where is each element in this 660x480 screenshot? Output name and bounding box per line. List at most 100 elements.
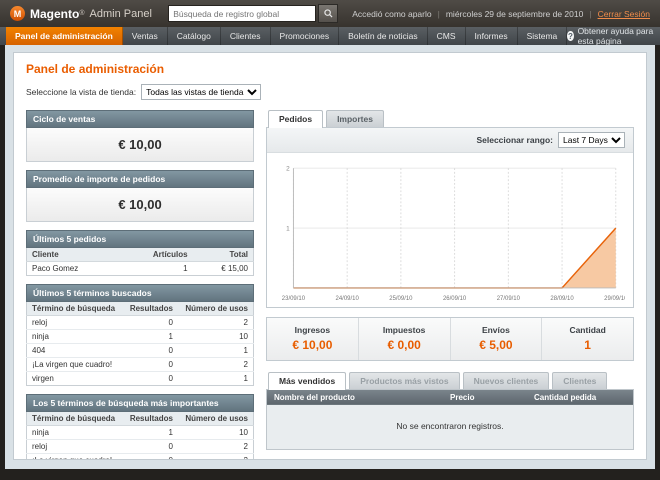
nav-item-panel-de-administraci-n[interactable]: Panel de administración: [6, 27, 123, 45]
store-view-select[interactable]: Todas las vistas de tienda: [141, 84, 262, 100]
nav-item-ventas[interactable]: Ventas: [123, 27, 168, 45]
logged-in-as: Accedió como aparlo: [352, 8, 432, 19]
separator: |: [437, 8, 440, 19]
svg-text:2: 2: [286, 166, 290, 173]
table-row: virgen 0 1: [26, 371, 254, 386]
nav-items: Panel de administración Ventas Catálogo Cli…: [6, 27, 568, 45]
products-table-head: Nombre del producto Precio Cantidad pedida: [266, 389, 634, 405]
average-orders-panel: Promedio de importe de pedidos € 10,00: [26, 170, 254, 222]
tab-clientes[interactable]: Clientes: [552, 371, 608, 389]
nav-item-bolet-n-de-noticias[interactable]: Boletín de noticias: [339, 27, 428, 45]
table-row: Paco Gomez 1 € 15,00: [26, 261, 254, 276]
nav-item-clientes[interactable]: Clientes: [221, 27, 271, 45]
main-area: Panel de administración Seleccione la vi…: [5, 45, 655, 469]
stat-env-os: Envíos € 5,00: [449, 317, 542, 360]
panel-title: Promedio de importe de pedidos: [26, 170, 254, 188]
column-header: Cantidad pedida: [527, 389, 634, 405]
stat-ingresos: Ingresos € 10,00: [292, 324, 333, 352]
content-box: Panel de administración Seleccione la vi…: [13, 52, 647, 460]
column-header: Término de búsqueda: [26, 412, 124, 426]
nav-item-promociones[interactable]: Promociones: [271, 27, 340, 45]
lifetime-sales-panel: Ciclo de ventas € 10,00: [26, 110, 254, 162]
column-header: Resultados: [123, 412, 178, 426]
logo-name: Magento: [30, 6, 80, 21]
lifetime-sales-value: € 10,00: [26, 128, 254, 162]
column-header: Número de usos: [177, 302, 254, 316]
table-row: 404 0 1: [26, 343, 254, 358]
svg-text:28/09/10: 28/09/10: [550, 296, 574, 302]
main-navbar: Panel de administración Ventas Catálogo Cli…: [0, 26, 660, 46]
svg-text:29/09/10: 29/09/10: [604, 296, 625, 302]
magento-logo-icon: M: [10, 6, 25, 21]
logout-link[interactable]: Cerrar Sesión: [598, 9, 650, 19]
window-footer: [0, 469, 660, 480]
tab-nuevos-clientes[interactable]: Nuevos clientes: [462, 371, 550, 389]
top-search-panel: Los 5 términos de búsqueda más important…: [26, 394, 254, 459]
products-header-row: Nombre del producto Precio Cantidad pedida: [266, 389, 634, 405]
column-header: Artículos: [119, 248, 193, 262]
nav-item-cat-logo[interactable]: Catálogo: [168, 27, 221, 45]
column-header: Total: [192, 248, 254, 262]
column-header: Resultados: [123, 302, 178, 316]
svg-text:1: 1: [286, 225, 290, 232]
nav-item-cms[interactable]: CMS: [428, 27, 466, 45]
column-header: Número de usos: [177, 412, 254, 426]
empty-row: No se encontraron registros.: [266, 404, 634, 450]
table-row: ninja 1 10: [26, 329, 254, 344]
table-row: ninja 1 10: [26, 425, 254, 440]
nav-item-sistema[interactable]: Sistema: [518, 27, 568, 45]
bottom-tabs: Más vendidos Productos más vistos Nuevos c…: [266, 371, 634, 390]
svg-text:25/09/10: 25/09/10: [389, 296, 413, 302]
column-header: Cliente: [26, 248, 120, 262]
panel-title: Los 5 términos de búsqueda más important…: [26, 394, 254, 412]
panel-title: Ciclo de ventas: [26, 110, 254, 128]
help-link[interactable]: ? Obtener ayuda para esta página: [567, 26, 654, 46]
orders-chart: 1 2 23/09/10 24/09/10 25/09/10 26/09/10 27/09/…: [282, 166, 625, 302]
page-title: Panel de administración: [26, 62, 165, 76]
average-orders-value: € 10,00: [26, 188, 254, 222]
last-orders-panel: Últimos 5 pedidos Cliente Artículos Total P…: [26, 230, 254, 276]
svg-text:26/09/10: 26/09/10: [443, 296, 467, 302]
tab-importes[interactable]: Importes: [326, 110, 384, 127]
stats-row: Ingresos € 10,00 Impuestos € 0,00 Envíos € 5,…: [266, 316, 634, 361]
nav-item-informes[interactable]: Informes: [466, 27, 518, 45]
help-icon: ?: [567, 31, 574, 41]
range-select[interactable]: Last 7 Days: [558, 132, 625, 148]
diagram-tabs: Pedidos Importes: [266, 110, 634, 128]
range-label: Seleccionar rango:: [476, 135, 553, 145]
panel-title: Últimos 5 pedidos: [26, 230, 254, 248]
logo-registered-mark: ®: [79, 10, 85, 17]
svg-text:23/09/10: 23/09/10: [282, 296, 306, 302]
table-row: ¡La virgen que cuadro!02: [26, 357, 254, 372]
stat-impuestos: Impuestos € 0,00: [357, 317, 450, 360]
chart-panel: Seleccionar rango: Last 7 Days 1 2 23/09/1…: [266, 127, 634, 308]
tab-productos-m-s-vistos[interactable]: Productos más vistos: [349, 371, 460, 389]
panel-title: Últimos 5 términos buscados: [26, 284, 254, 302]
global-search-input[interactable]: [168, 5, 317, 22]
header-account-info: Accedió como aparlo | miércoles 29 de se…: [352, 9, 650, 19]
app-header: M Magento ® Admin Panel Accedió como apa…: [0, 0, 660, 27]
table-row: ¡La virgen que cuadro!02: [26, 453, 254, 459]
column-header: Precio: [443, 389, 527, 405]
empty-message: No se encontraron registros.: [266, 404, 634, 450]
left-column: Ciclo de ventas € 10,00 Promedio de impo…: [26, 110, 254, 459]
chart-wrap: 1 2 23/09/10 24/09/10 25/09/10 26/09/10 27/09/…: [267, 153, 633, 307]
range-bar: Seleccionar rango: Last 7 Days: [267, 128, 633, 153]
column-header: Término de búsqueda: [26, 302, 124, 316]
top-search-table: Término de búsqueda Resultados Número de u…: [26, 412, 254, 459]
current-date: miércoles 29 de septiembre de 2010: [445, 8, 584, 19]
last-orders-table: Cliente Artículos Total Paco Gomez 1 € 15,00: [26, 248, 254, 276]
svg-text:27/09/10: 27/09/10: [497, 296, 521, 302]
table-row: reloj 0 2: [26, 315, 254, 330]
magnifier-icon: [324, 9, 333, 18]
separator: |: [589, 8, 592, 19]
tab-m-s-vendidos[interactable]: Más vendidos: [268, 371, 347, 390]
search-button[interactable]: [318, 4, 339, 23]
column-header: Nombre del producto: [266, 389, 443, 405]
tab-pedidos[interactable]: Pedidos: [268, 110, 324, 128]
last-search-panel: Últimos 5 términos buscados Término de b…: [26, 284, 254, 386]
svg-text:24/09/10: 24/09/10: [336, 296, 360, 302]
table-row: reloj 0 2: [26, 439, 254, 454]
dashboard-column: Pedidos Importes Seleccionar rango: Last …: [266, 110, 634, 459]
global-search: [168, 4, 339, 23]
